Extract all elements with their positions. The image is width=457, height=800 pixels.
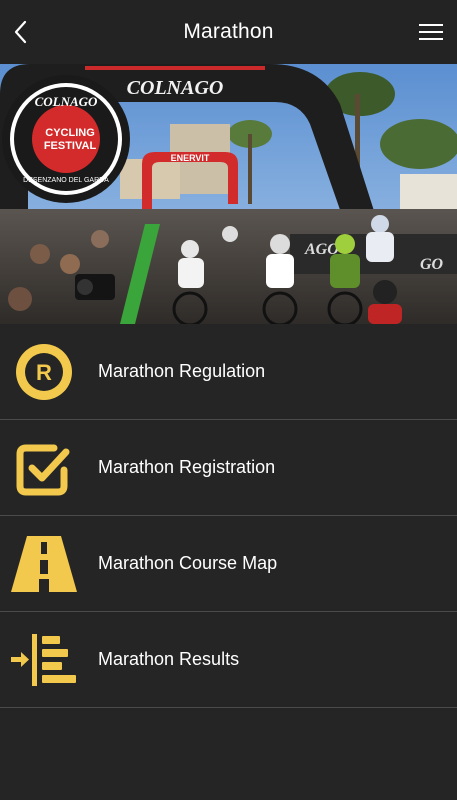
page-title: Marathon xyxy=(183,20,274,43)
badge-middle-text-2: FESTIVAL xyxy=(44,140,97,152)
hamburger-menu-button[interactable] xyxy=(419,20,443,44)
svg-text:R: R xyxy=(36,360,52,385)
hero-photo: COLNAGO ENERVIT AGO GO COLNAGO CYCLING F… xyxy=(0,64,457,324)
badge-middle-text-1: CYCLING xyxy=(45,127,95,139)
app-header: Marathon xyxy=(0,0,457,64)
small-arch-text: ENERVIT xyxy=(171,153,210,163)
menu-item-regulation[interactable]: R Marathon Regulation xyxy=(0,324,457,420)
menu-item-results[interactable]: Marathon Results xyxy=(0,612,457,708)
banner-text-right: GO xyxy=(420,256,444,273)
hamburger-icon xyxy=(419,24,443,40)
chevron-left-icon xyxy=(14,20,27,44)
checkbox-check-icon xyxy=(8,432,80,504)
regulation-r-icon: R xyxy=(8,336,80,408)
menu-item-course-map[interactable]: Marathon Course Map xyxy=(0,516,457,612)
menu-item-label: Marathon Regulation xyxy=(98,361,266,381)
cycling-race-photo: COLNAGO ENERVIT AGO GO COLNAGO CYCLING F… xyxy=(0,64,457,324)
badge-bottom-text: DESENZANO DEL GARDA xyxy=(23,177,109,184)
results-list-icon xyxy=(8,624,80,696)
menu-item-label: Marathon Course Map xyxy=(98,553,278,573)
back-button[interactable] xyxy=(8,16,34,48)
badge-top-text: COLNAGO xyxy=(35,94,98,109)
marathon-menu-list: R Marathon Regulation Marathon Registrat… xyxy=(0,324,457,708)
road-icon xyxy=(8,528,80,600)
arch-brand-text: COLNAGO xyxy=(127,77,224,99)
festival-badge-logo: COLNAGO CYCLING FESTIVAL DESENZANO DEL G… xyxy=(2,75,130,203)
menu-item-registration[interactable]: Marathon Registration xyxy=(0,420,457,516)
menu-item-label: Marathon Registration xyxy=(98,457,276,477)
menu-item-label: Marathon Results xyxy=(98,649,240,669)
